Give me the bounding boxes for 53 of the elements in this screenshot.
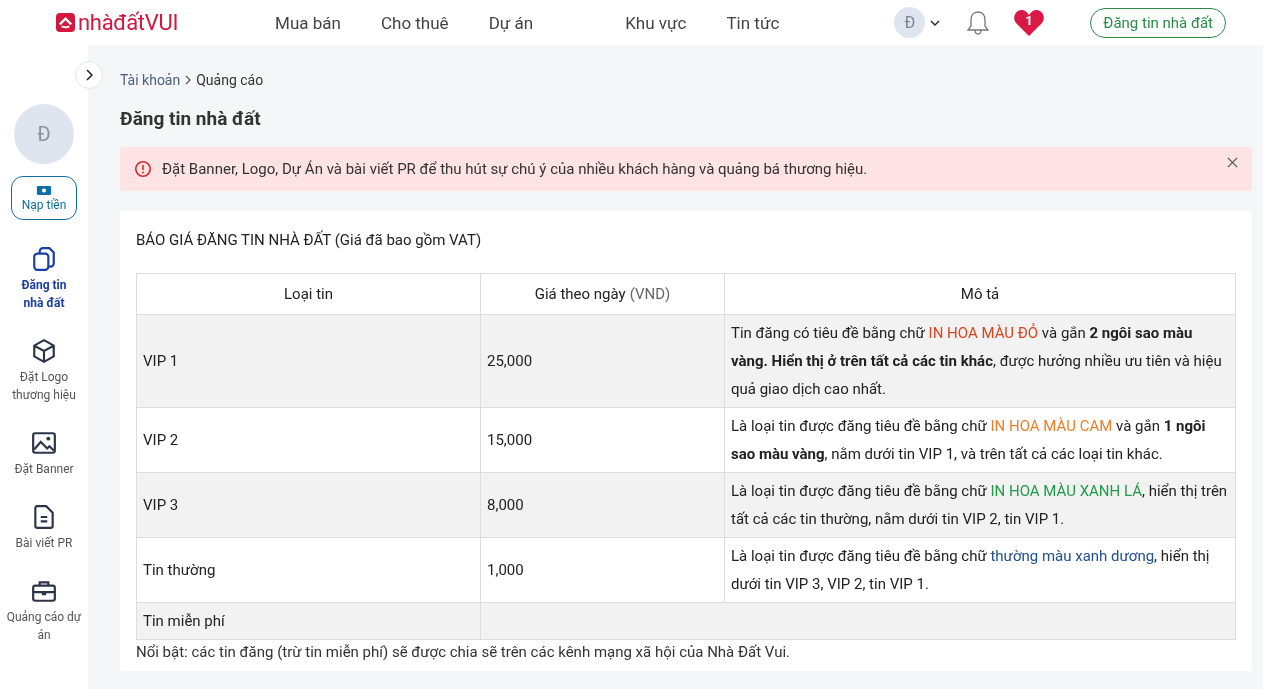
table-cell: 15,000: [480, 407, 725, 473]
chevron-right-icon: [185, 75, 192, 85]
page-title: Đăng tin nhà đất: [120, 107, 262, 130]
alert-icon: [134, 160, 152, 178]
expand-sidebar-button[interactable]: [75, 61, 103, 89]
column-header: Giá theo ngày (VND): [480, 273, 725, 315]
sidebar-item[interactable]: Quảng cáo dự án: [6, 578, 82, 644]
bell-icon[interactable]: [966, 9, 991, 36]
price-table-title: BÁO GIÁ ĐĂNG TIN NHÀ ĐẤT (Giá đã bao gồm VAT): [136, 231, 483, 249]
nav-link[interactable]: Tin tức: [726, 12, 780, 33]
cube-icon: [31, 338, 57, 364]
nav-link[interactable]: Dự án: [488, 12, 534, 33]
nav-link[interactable]: Mua bán: [275, 12, 341, 33]
banknote-icon: [36, 184, 52, 196]
favorites-count: 1: [1025, 12, 1033, 28]
close-icon[interactable]: [1227, 157, 1238, 168]
table-cell: 1,000: [480, 537, 725, 603]
nav-link[interactable]: Cho thuê: [380, 12, 449, 33]
table-cell: VIP 3: [136, 472, 481, 538]
table-cell: Tin miễn phí: [136, 602, 481, 640]
site-logo[interactable]: nhàđấtVUI: [56, 10, 179, 35]
image-icon: [31, 430, 57, 456]
nav-link[interactable]: Khu vực: [625, 12, 687, 33]
chevron-down-icon[interactable]: [930, 19, 941, 26]
sidebar-item[interactable]: Đặt Banner: [6, 430, 82, 478]
sidebar-item[interactable]: Đăng tin nhà đất: [13, 246, 75, 312]
table-cell: 25,000: [480, 314, 725, 408]
column-header: Mô tả: [724, 273, 1236, 315]
table-cell: VIP 1: [136, 314, 481, 408]
table-cell: Tin thường: [136, 537, 481, 603]
table-cell: VIP 2: [136, 407, 481, 473]
table-cell: Là loại tin được đăng tiêu đề bằng chữ IN HOA MÀU CAM và gắn 1 ngôi sao màu vàng, nằm dưới tin VIP 1, và trên tất cả các loại tin khác.: [724, 407, 1236, 473]
table-cell: Tin đăng có tiêu đề bằng chữ IN HOA MÀU ĐỎ và gắn 2 ngôi sao màu vàng. Hiển thị ở trên tất cả các tin khác, được hưởng nhiều ưu tiên và hiệu quả giao dịch cao nhất.: [724, 314, 1236, 408]
sidebar-item[interactable]: Đặt Logo thương hiệu: [6, 338, 82, 404]
house-logo-icon: [56, 13, 75, 32]
logo-text: nhàđấtVUI: [78, 10, 179, 35]
user-avatar: Đ: [14, 104, 74, 164]
table-cell: Là loại tin được đăng tiêu đề bằng chữ thường màu xanh dương, hiển thị dưới tin VIP 3, VIP 2, tin VIP 1.: [724, 537, 1236, 603]
alert-text: Đặt Banner, Logo, Dự Án và bài viết PR để thu hút sự chú ý của nhiều khách hàng và quảng bá thương hiệu.: [162, 160, 869, 178]
note-text: Nổi bật: các tin đăng (trừ tin miễn phí) sẽ được chia sẽ trên các kênh mạng xã hội của Nhà Đất Vui.: [136, 643, 792, 661]
copy-icon: [31, 246, 57, 272]
table-cell: Là loại tin được đăng tiêu đề bằng chữ IN HOA MÀU XANH LÁ, hiển thị trên tất cả các tin thường, nằm dưới tin VIP 2, tin VIP 1.: [724, 472, 1236, 538]
sidebar-item[interactable]: Bài viết PR: [6, 504, 82, 552]
post-listing-button[interactable]: Đăng tin nhà đất: [1090, 7, 1226, 38]
breadcrumb-link[interactable]: Quảng cáo: [196, 72, 264, 88]
briefcase-icon: [31, 578, 57, 604]
chevron-right-icon: [85, 69, 93, 81]
top-up-button[interactable]: Nạp tiền: [11, 176, 77, 220]
breadcrumb-link[interactable]: Tài khoản: [120, 72, 181, 88]
heart-icon[interactable]: [1013, 8, 1046, 37]
document-icon: [31, 504, 57, 530]
column-header: Loại tin: [136, 273, 481, 315]
table-cell: 8,000: [480, 472, 725, 538]
